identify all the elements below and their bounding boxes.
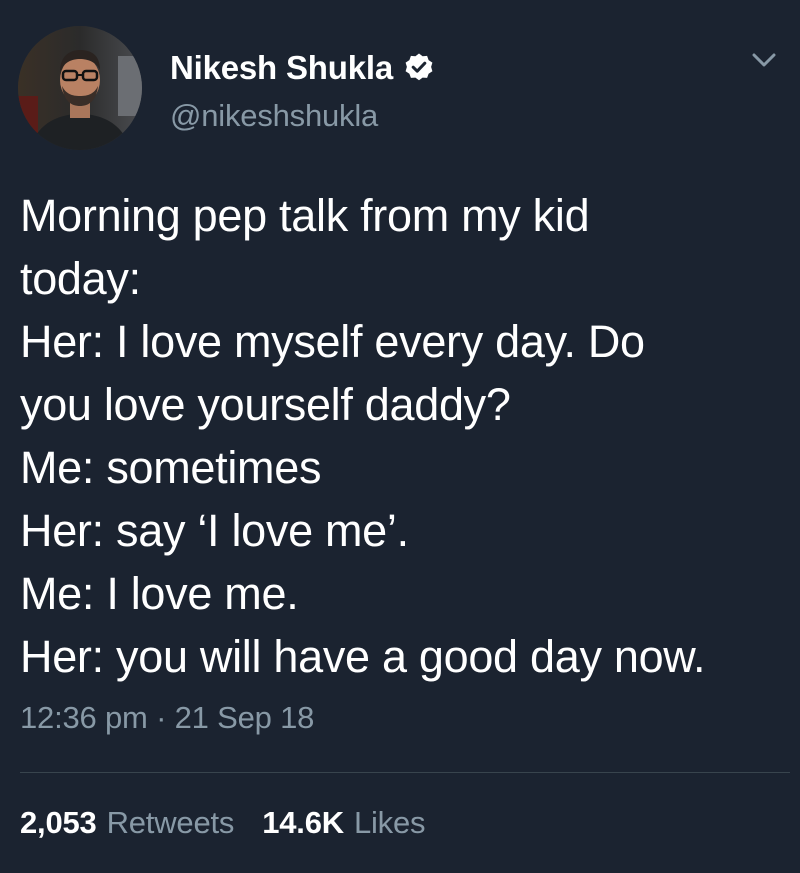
- tweet-timestamp[interactable]: 12:36 pm · 21 Sep 18: [20, 700, 314, 736]
- retweets-stat[interactable]: 2,053 Retweets: [20, 805, 234, 841]
- likes-label: Likes: [353, 805, 426, 840]
- author-names: Nikesh Shukla @nikeshshukla: [170, 48, 435, 134]
- retweets-label: Retweets: [106, 805, 235, 840]
- tweet-text-line: Me: sometimes: [20, 442, 322, 493]
- likes-stat[interactable]: 14.6K Likes: [262, 805, 425, 841]
- tweet-text-line: Morning pep talk from my kid: [20, 190, 590, 241]
- tweet-text-line: today:: [20, 253, 141, 304]
- tweet-header: Nikesh Shukla @nikeshshukla: [18, 26, 788, 150]
- tweet-text-line: Me: I love me.: [20, 568, 299, 619]
- likes-count: 14.6K: [262, 805, 344, 840]
- tweet-text-line: you love yourself daddy?: [20, 379, 511, 430]
- tweet-text-line: Her: I love myself every day. Do: [20, 316, 645, 367]
- display-name-row: Nikesh Shukla: [170, 48, 435, 88]
- tweet-stats: 2,053 Retweets 14.6K Likes: [20, 805, 453, 841]
- author-handle[interactable]: @nikeshshukla: [170, 98, 435, 134]
- chevron-down-icon[interactable]: [748, 48, 780, 72]
- display-name[interactable]: Nikesh Shukla: [170, 49, 393, 87]
- tweet-text-line: Her: you will have a good day now.: [20, 631, 706, 682]
- tweet-text-line: Her: say ‘I love me’.: [20, 505, 409, 556]
- divider: [20, 772, 790, 773]
- tweet-text: Morning pep talk from my kid today: Her:…: [20, 184, 790, 688]
- verified-badge-icon: [403, 52, 435, 84]
- avatar-image: [18, 26, 142, 150]
- retweets-count: 2,053: [20, 805, 97, 840]
- tweet-card: Nikesh Shukla @nikeshshukla Morning pep …: [0, 0, 800, 873]
- avatar[interactable]: [18, 26, 142, 150]
